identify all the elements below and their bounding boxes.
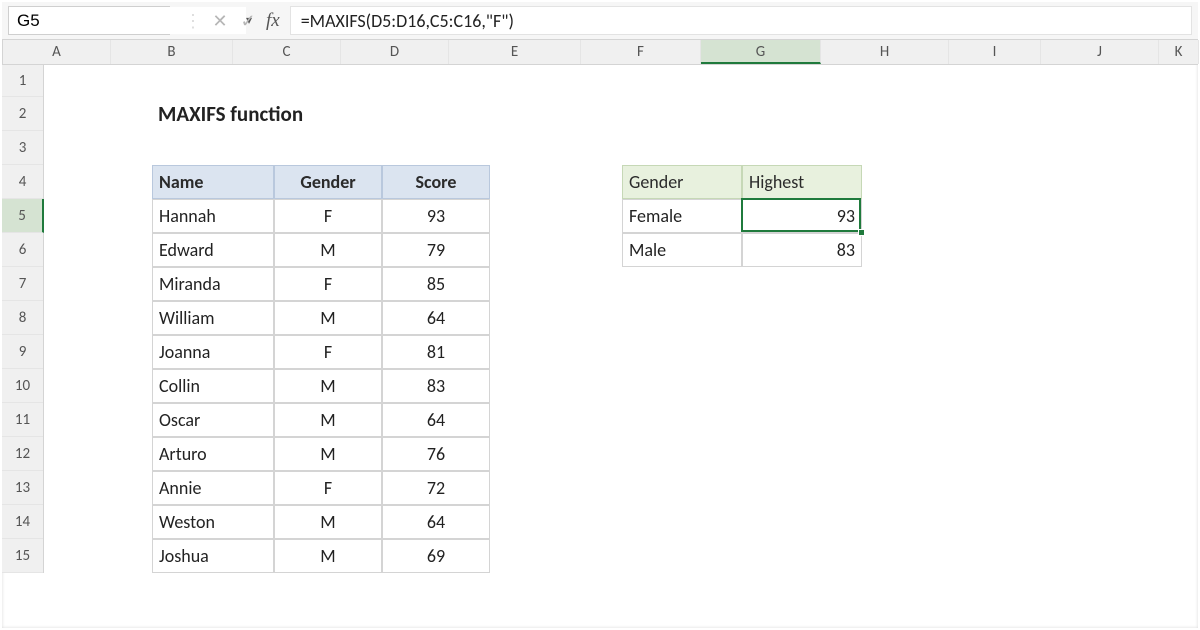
table1-gender-14[interactable]: M <box>274 505 382 539</box>
formula-input[interactable]: =MAXIFS(D5:D16,C5:C16,"F") <box>290 6 1192 35</box>
table1-score-5[interactable]: 93 <box>382 199 490 233</box>
table1-name-5[interactable]: Hannah <box>152 199 274 233</box>
page-title: MAXIFS function <box>152 97 490 131</box>
table1-gender-15[interactable]: M <box>274 539 382 573</box>
column-header-J[interactable]: J <box>1041 40 1159 64</box>
row-header-8[interactable]: 8 <box>2 301 43 335</box>
table1-name-7[interactable]: Miranda <box>152 267 274 301</box>
table1-score-15[interactable]: 69 <box>382 539 490 573</box>
row-headers: 123456789101112131415 <box>2 65 44 573</box>
row-header-3[interactable]: 3 <box>2 131 43 165</box>
column-header-I[interactable]: I <box>949 40 1041 64</box>
table1-score-7[interactable]: 85 <box>382 267 490 301</box>
column-header-G[interactable]: G <box>701 40 821 64</box>
table2-gender-5[interactable]: Female <box>622 199 742 233</box>
row-header-12[interactable]: 12 <box>2 437 43 471</box>
table1-score-9[interactable]: 81 <box>382 335 490 369</box>
table1-name-13[interactable]: Annie <box>152 471 274 505</box>
table1-header-gender: Gender <box>274 165 382 199</box>
separator-icon: ⋮ <box>184 10 202 32</box>
table2-gender-6[interactable]: Male <box>622 233 742 267</box>
row-header-11[interactable]: 11 <box>2 403 43 437</box>
table1-name-8[interactable]: William <box>152 301 274 335</box>
grid-body: 123456789101112131415 MAXIFS functionNam… <box>2 65 1198 573</box>
name-box-wrap: ▾ <box>8 6 170 35</box>
row-header-6[interactable]: 6 <box>2 233 43 267</box>
row-header-9[interactable]: 9 <box>2 335 43 369</box>
row-header-4[interactable]: 4 <box>2 165 43 199</box>
table1-name-11[interactable]: Oscar <box>152 403 274 437</box>
table1-gender-5[interactable]: F <box>274 199 382 233</box>
table1-header-name: Name <box>152 165 274 199</box>
column-header-K[interactable]: K <box>1159 40 1199 64</box>
table1-gender-7[interactable]: F <box>274 267 382 301</box>
formula-bar: ▾ ⋮ ✕ ✓ fx =MAXIFS(D5:D16,C5:C16,"F") <box>2 2 1198 40</box>
table2-highest-5[interactable]: 93 <box>742 199 862 233</box>
table1-name-12[interactable]: Arturo <box>152 437 274 471</box>
table1-score-11[interactable]: 64 <box>382 403 490 437</box>
table1-gender-11[interactable]: M <box>274 403 382 437</box>
table1-gender-13[interactable]: F <box>274 471 382 505</box>
cancel-entry-icon[interactable]: ✕ <box>210 10 230 32</box>
select-all-corner[interactable] <box>2 40 3 64</box>
table1-score-12[interactable]: 76 <box>382 437 490 471</box>
row-header-5[interactable]: 5 <box>2 199 44 233</box>
row-header-14[interactable]: 14 <box>2 505 43 539</box>
formula-bar-buttons: ⋮ ✕ ✓ fx <box>174 2 290 39</box>
table1-score-10[interactable]: 83 <box>382 369 490 403</box>
table1-name-10[interactable]: Collin <box>152 369 274 403</box>
insert-function-icon[interactable]: fx <box>266 10 280 32</box>
table1-gender-9[interactable]: F <box>274 335 382 369</box>
column-header-B[interactable]: B <box>111 40 233 64</box>
row-header-13[interactable]: 13 <box>2 471 43 505</box>
column-header-E[interactable]: E <box>449 40 581 64</box>
table1-name-14[interactable]: Weston <box>152 505 274 539</box>
table1-score-14[interactable]: 64 <box>382 505 490 539</box>
table1-gender-10[interactable]: M <box>274 369 382 403</box>
column-header-H[interactable]: H <box>821 40 949 64</box>
row-header-10[interactable]: 10 <box>2 369 43 403</box>
row-header-15[interactable]: 15 <box>2 539 43 573</box>
row-header-7[interactable]: 7 <box>2 267 43 301</box>
column-headers: ABCDEFGHIJK <box>2 40 1198 65</box>
row-header-2[interactable]: 2 <box>2 97 43 131</box>
table1-header-score: Score <box>382 165 490 199</box>
table1-gender-12[interactable]: M <box>274 437 382 471</box>
table1-name-15[interactable]: Joshua <box>152 539 274 573</box>
table1-name-9[interactable]: Joanna <box>152 335 274 369</box>
table1-score-8[interactable]: 64 <box>382 301 490 335</box>
table1-score-6[interactable]: 79 <box>382 233 490 267</box>
column-header-C[interactable]: C <box>233 40 341 64</box>
column-header-A[interactable]: A <box>3 40 111 64</box>
column-header-F[interactable]: F <box>581 40 701 64</box>
column-header-D[interactable]: D <box>341 40 449 64</box>
table2-header-highest: Highest <box>742 165 862 199</box>
table1-gender-8[interactable]: M <box>274 301 382 335</box>
cell-area[interactable]: MAXIFS functionNameGenderScoreHannahF93E… <box>44 65 1198 573</box>
table2-header-gender: Gender <box>622 165 742 199</box>
table2-highest-6[interactable]: 83 <box>742 233 862 267</box>
table1-gender-6[interactable]: M <box>274 233 382 267</box>
table1-name-6[interactable]: Edward <box>152 233 274 267</box>
enter-entry-icon[interactable]: ✓ <box>238 10 258 32</box>
table1-score-13[interactable]: 72 <box>382 471 490 505</box>
row-header-1[interactable]: 1 <box>2 65 43 97</box>
